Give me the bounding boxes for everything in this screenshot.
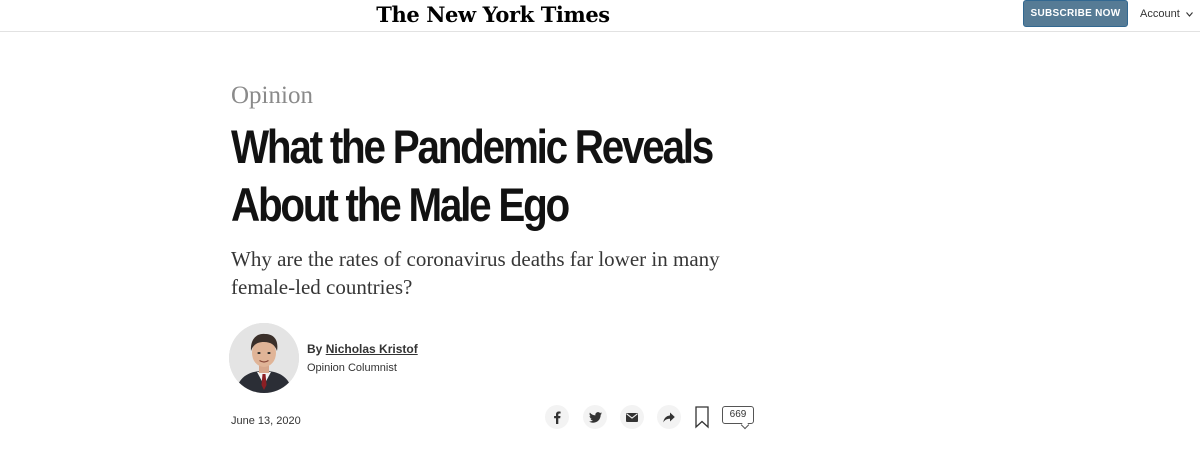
bookmark-icon <box>695 406 709 429</box>
publish-date: June 13, 2020 <box>231 415 301 427</box>
byline-prefix: By <box>307 342 323 356</box>
share-arrow-icon <box>663 412 675 422</box>
author-link[interactable]: Nicholas Kristof <box>326 342 418 356</box>
article-summary: Why are the rates of coronavirus deaths … <box>231 247 720 299</box>
email-icon <box>626 412 638 422</box>
masthead: The New York Times SUBSCRIBE NOW Account <box>0 0 1200 32</box>
nyt-logo[interactable]: The New York Times <box>0 2 986 27</box>
author-photo <box>229 323 299 393</box>
save-article-button[interactable] <box>694 405 710 429</box>
facebook-share-button[interactable] <box>545 405 569 429</box>
author-role: Opinion Columnist <box>307 362 397 374</box>
more-share-button[interactable] <box>657 405 681 429</box>
twitter-icon <box>588 411 602 423</box>
facebook-icon <box>554 411 561 424</box>
article-page: The New York Times SUBSCRIBE NOW Account… <box>0 0 1200 451</box>
twitter-share-button[interactable] <box>583 405 607 429</box>
chevron-down-icon <box>1185 11 1193 17</box>
email-share-button[interactable] <box>620 405 644 429</box>
account-label: Account <box>1140 8 1180 20</box>
comments-button[interactable]: 669 <box>722 406 754 430</box>
author-avatar[interactable] <box>229 323 299 393</box>
byline: By Nicholas Kristof <box>307 342 418 356</box>
subscribe-button[interactable]: SUBSCRIBE NOW <box>1023 0 1128 27</box>
comment-count: 669 <box>729 409 747 420</box>
section-kicker[interactable]: Opinion <box>231 82 313 110</box>
account-menu[interactable]: Account <box>1140 8 1193 20</box>
article-headline: What the Pandemic Reveals About the Male… <box>231 120 714 231</box>
